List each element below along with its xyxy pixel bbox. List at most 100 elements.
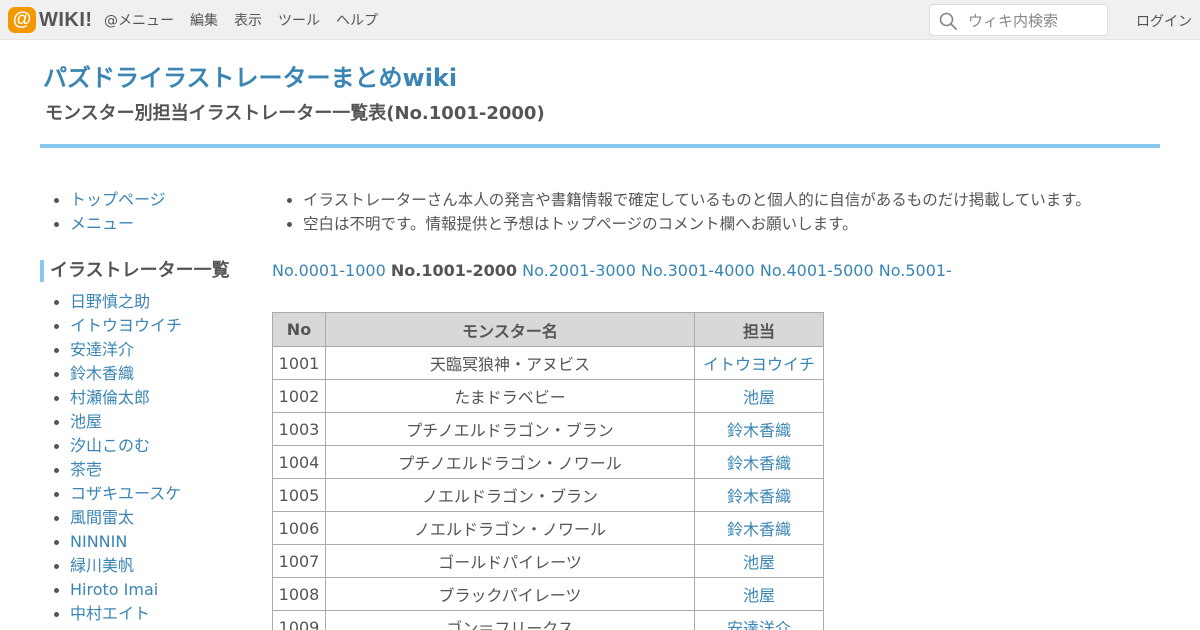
menu-view[interactable]: 表示 bbox=[234, 10, 262, 30]
cell-monster-name: ゴールドパイレーツ bbox=[325, 544, 695, 578]
top-menu: @メニュー 編集 表示 ツール ヘルプ bbox=[104, 0, 394, 40]
illustrator-link[interactable]: 汐山このむ bbox=[70, 436, 150, 455]
sidebar-illustrator-item: 鈴木香織 bbox=[50, 362, 250, 386]
sidebar-link-top-page[interactable]: トップページ bbox=[70, 190, 166, 209]
sidebar-illustrator-item: 村瀬倫太郎 bbox=[50, 386, 250, 410]
artist-link[interactable]: 鈴木香織 bbox=[727, 421, 791, 440]
sidebar-illustrator-item: 緑川美帆 bbox=[50, 554, 250, 578]
atwiki-logo[interactable]: @ WIKI! bbox=[8, 7, 93, 33]
table-row: 1002 たまドラベビー 池屋 bbox=[272, 379, 824, 413]
table-row: 1009 ゴン＝フリークス 安達洋介 bbox=[272, 610, 824, 630]
menu-atmenu[interactable]: @メニュー bbox=[104, 10, 174, 30]
illustrator-link[interactable]: 中村エイト bbox=[70, 604, 150, 623]
illustrator-link[interactable]: イトウヨウイチ bbox=[70, 316, 182, 335]
cell-artist: 安達洋介 bbox=[694, 610, 824, 630]
sidebar-illustrator-item: Hiroto Imai bbox=[50, 578, 250, 602]
menu-edit[interactable]: 編集 bbox=[190, 10, 218, 30]
sidebar-nav: トップページ メニュー bbox=[50, 188, 250, 236]
cell-monster-name: プチノエルドラゴン・ノワール bbox=[325, 445, 695, 479]
artist-link[interactable]: 鈴木香織 bbox=[727, 487, 791, 506]
table-row: 1007 ゴールドパイレーツ 池屋 bbox=[272, 544, 824, 578]
top-bar: @ WIKI! @メニュー 編集 表示 ツール ヘルプ ログイン bbox=[0, 0, 1200, 40]
illustrator-link[interactable]: Hiroto Imai bbox=[70, 580, 158, 599]
sidebar-illustrator-item: 風間雷太 bbox=[50, 506, 250, 530]
cell-monster-name: ノエルドラゴン・ブラン bbox=[325, 478, 695, 512]
table-row: 1006 ノエルドラゴン・ノワール 鈴木香織 bbox=[272, 511, 824, 545]
table-row: 1005 ノエルドラゴン・ブラン 鈴木香織 bbox=[272, 478, 824, 512]
illustrator-link[interactable]: 茶壱 bbox=[70, 460, 102, 479]
menu-help[interactable]: ヘルプ bbox=[336, 10, 378, 30]
cell-artist: イトウヨウイチ bbox=[694, 346, 824, 380]
sidebar-link-menu[interactable]: メニュー bbox=[70, 214, 134, 233]
login-link[interactable]: ログイン bbox=[1136, 11, 1192, 31]
note-item: イラストレーターさん本人の発言や書籍情報で確定しているものと個人的に自信があるも… bbox=[283, 188, 1091, 212]
illustrator-link[interactable]: 村瀬倫太郎 bbox=[70, 388, 150, 407]
col-header-monster: モンスター名 bbox=[325, 312, 695, 347]
sidebar-illustrator-item: 池屋 bbox=[50, 410, 250, 434]
sidebar-illustrator-item: 茶壱 bbox=[50, 458, 250, 482]
search-box bbox=[929, 4, 1108, 36]
notes-list: イラストレーターさん本人の発言や書籍情報で確定しているものと個人的に自信があるも… bbox=[283, 188, 1091, 236]
illustrator-link[interactable]: 緑川美帆 bbox=[70, 556, 134, 575]
sidebar-item-menu: メニュー bbox=[50, 212, 250, 236]
logo-at-icon: @ bbox=[8, 7, 36, 33]
table-row: 1004 プチノエルドラゴン・ノワール 鈴木香織 bbox=[272, 445, 824, 479]
range-current: No.1001-2000 bbox=[390, 261, 518, 280]
range-link[interactable]: No.0001-1000 bbox=[272, 261, 386, 280]
cell-monster-name: プチノエルドラゴン・ブラン bbox=[325, 412, 695, 446]
menu-tools[interactable]: ツール bbox=[278, 10, 320, 30]
illustrator-link[interactable]: コザキユースケ bbox=[70, 484, 181, 503]
cell-monster-name: ゴン＝フリークス bbox=[325, 610, 695, 630]
illustrator-link[interactable]: 鈴木香織 bbox=[70, 364, 134, 383]
col-header-artist: 担当 bbox=[694, 312, 824, 347]
cell-artist: 池屋 bbox=[694, 379, 824, 413]
search-input[interactable] bbox=[968, 10, 1103, 31]
illustrator-link[interactable]: 安達洋介 bbox=[70, 340, 134, 359]
sidebar-illustrator-item: コザキユースケ bbox=[50, 482, 250, 506]
table-row: 1008 ブラックパイレーツ 池屋 bbox=[272, 577, 824, 611]
page-title: モンスター別担当イラストレーター一覧表(No.1001-2000) bbox=[45, 103, 545, 124]
sidebar-item-top-page: トップページ bbox=[50, 188, 250, 212]
search-icon[interactable] bbox=[939, 12, 957, 30]
cell-no: 1004 bbox=[272, 445, 326, 479]
artist-link[interactable]: 池屋 bbox=[743, 586, 775, 605]
cell-no: 1005 bbox=[272, 478, 326, 512]
illustrator-link[interactable]: 池屋 bbox=[70, 412, 102, 431]
cell-no: 1007 bbox=[272, 544, 326, 578]
range-nav: No.0001-1000 No.1001-2000 No.2001-3000 N… bbox=[272, 260, 952, 282]
header-divider bbox=[40, 144, 1160, 148]
cell-artist: 池屋 bbox=[694, 544, 824, 578]
cell-monster-name: ノエルドラゴン・ノワール bbox=[325, 511, 695, 545]
illustrator-link[interactable]: NINNIN bbox=[70, 532, 127, 551]
sidebar-heading: イラストレーター一覧 bbox=[40, 260, 230, 282]
table-header-row: No モンスター名 担当 bbox=[272, 312, 824, 347]
illustrator-link[interactable]: 風間雷太 bbox=[70, 508, 134, 527]
range-link[interactable]: No.2001-3000 bbox=[522, 261, 636, 280]
artist-link[interactable]: 池屋 bbox=[743, 388, 775, 407]
cell-artist: 鈴木香織 bbox=[694, 412, 824, 446]
monster-table: No モンスター名 担当 1001 天臨冥狼神・アヌビス イトウヨウイチ 1002 たま… bbox=[272, 312, 824, 630]
sidebar-illustrator-item: 中村エイト bbox=[50, 602, 250, 626]
cell-artist: 鈴木香織 bbox=[694, 478, 824, 512]
sidebar-illustrator-item: イトウヨウイチ bbox=[50, 314, 250, 338]
range-link[interactable]: No.3001-4000 bbox=[641, 261, 755, 280]
artist-link[interactable]: 安達洋介 bbox=[727, 619, 791, 630]
artist-link[interactable]: 池屋 bbox=[743, 553, 775, 572]
logo-text: WIKI! bbox=[39, 8, 93, 31]
range-link[interactable]: No.4001-5000 bbox=[760, 261, 874, 280]
cell-no: 1009 bbox=[272, 610, 326, 630]
range-link[interactable]: No.5001- bbox=[879, 261, 952, 280]
note-item: 空白は不明です。情報提供と予想はトップページのコメント欄へお願いします。 bbox=[283, 212, 1091, 236]
table-row: 1003 プチノエルドラゴン・ブラン 鈴木香織 bbox=[272, 412, 824, 446]
artist-link[interactable]: イトウヨウイチ bbox=[703, 355, 815, 374]
cell-no: 1008 bbox=[272, 577, 326, 611]
site-title[interactable]: パズドライラストレーターまとめwiki bbox=[43, 58, 457, 93]
table-row: 1001 天臨冥狼神・アヌビス イトウヨウイチ bbox=[272, 346, 824, 380]
cell-monster-name: 天臨冥狼神・アヌビス bbox=[325, 346, 695, 380]
sidebar-illustrator-item: 日野慎之助 bbox=[50, 290, 250, 314]
cell-no: 1002 bbox=[272, 379, 326, 413]
artist-link[interactable]: 鈴木香織 bbox=[727, 454, 791, 473]
artist-link[interactable]: 鈴木香織 bbox=[727, 520, 791, 539]
illustrator-link[interactable]: 日野慎之助 bbox=[70, 292, 150, 311]
sidebar-illustrator-item: NINNIN bbox=[50, 530, 250, 554]
